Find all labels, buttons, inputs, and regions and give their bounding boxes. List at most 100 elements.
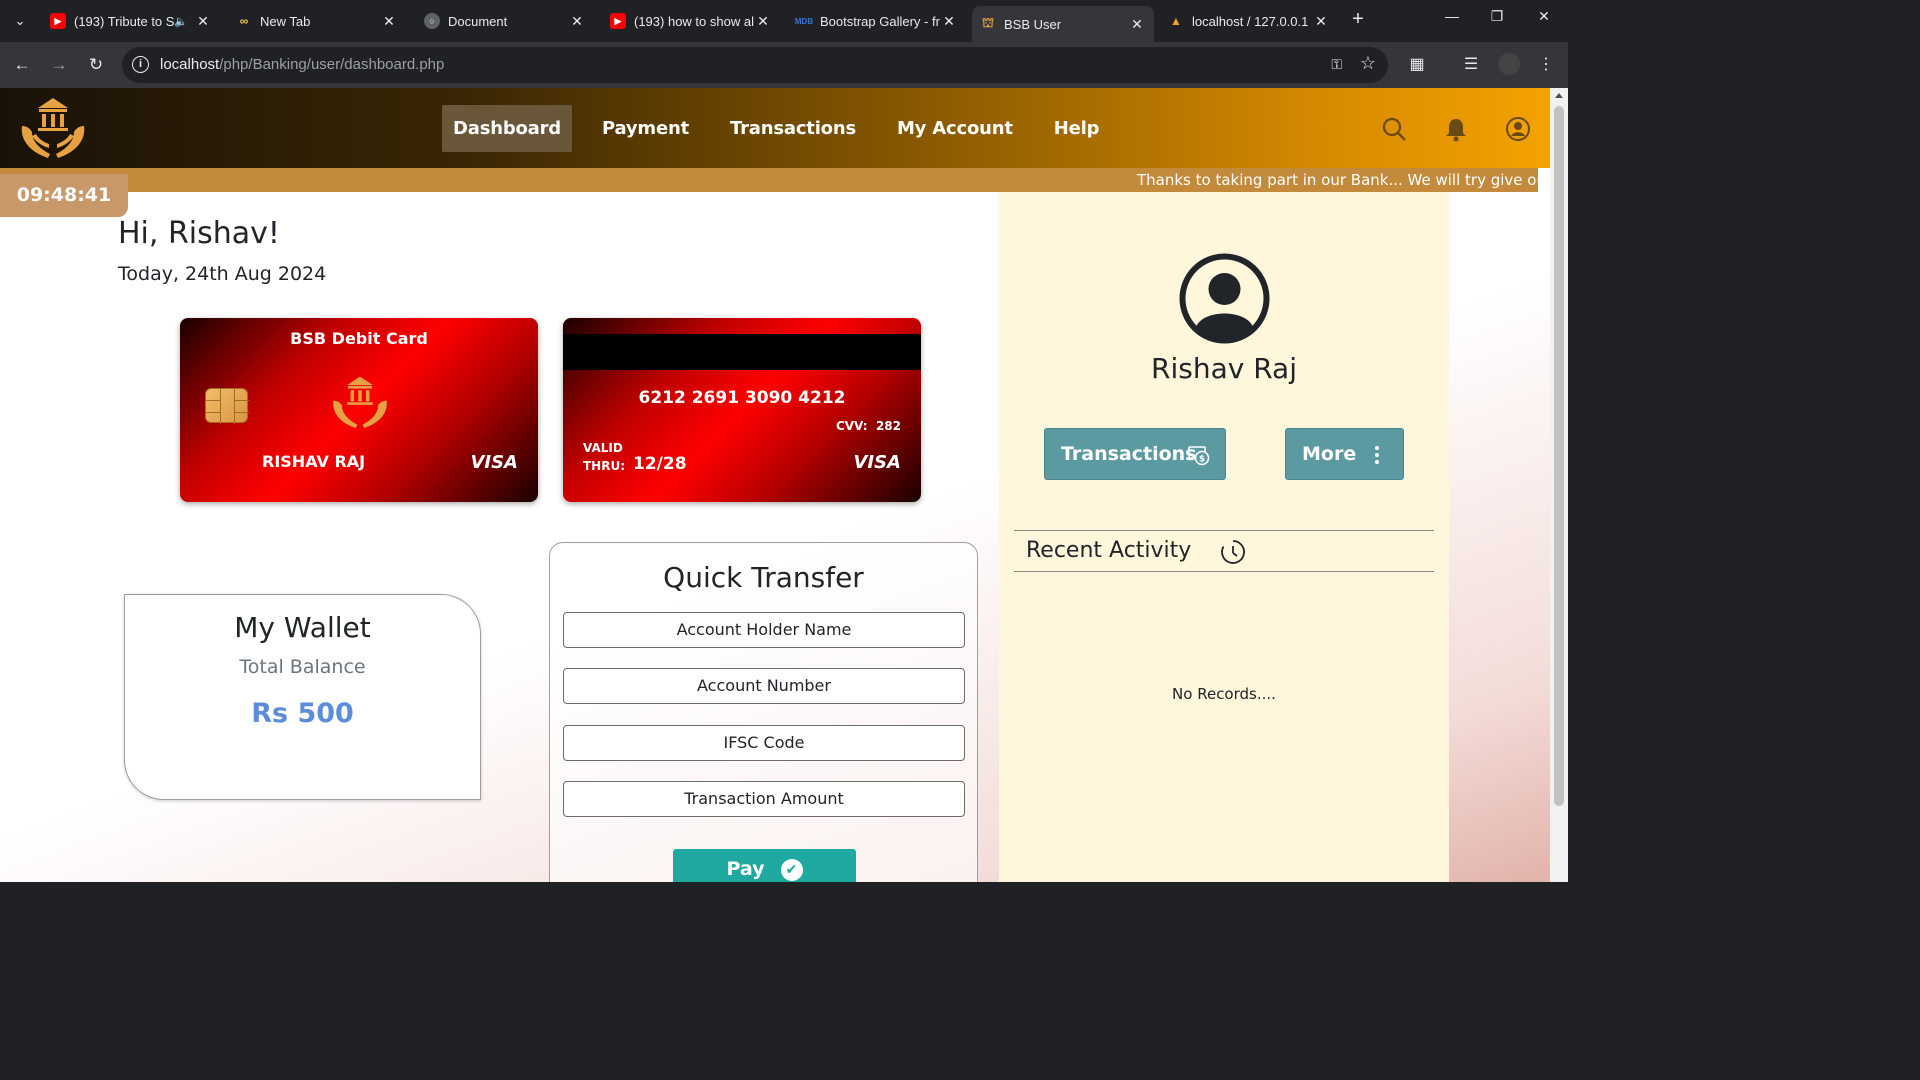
- speaker-icon[interactable]: 🔈: [174, 15, 188, 28]
- pay-label: Pay: [726, 858, 765, 880]
- scroll-up-arrow-icon[interactable]: [1555, 93, 1563, 98]
- page-scrollbar[interactable]: [1550, 88, 1568, 882]
- tab-close-icon[interactable]: ✕: [380, 13, 398, 30]
- today-date: Today, 24th Aug 2024: [118, 263, 327, 285]
- tab-title: Bootstrap Gallery - fr: [820, 13, 940, 29]
- card-holder-name: RISHAV RAJ: [262, 452, 366, 471]
- browser-tab[interactable]: ○ Document ✕: [416, 6, 594, 36]
- recent-activity-header: Recent Activity: [1014, 530, 1434, 572]
- more-button[interactable]: More: [1285, 428, 1404, 480]
- tab-close-icon[interactable]: ✕: [940, 13, 958, 30]
- transactions-button[interactable]: Transactions $: [1044, 428, 1226, 480]
- profile-name: Rishav Raj: [1151, 352, 1297, 385]
- debit-card-back: 6212 2691 3090 4212 CVV: 282 VALID THRU: …: [563, 318, 921, 502]
- card-chip-icon: [205, 388, 249, 424]
- account-holder-name-input[interactable]: Account Holder Name: [563, 612, 965, 648]
- page-viewport: Dashboard Payment Transactions My Accoun…: [0, 88, 1550, 882]
- bank-hands-emblem-icon: [333, 376, 387, 428]
- password-key-icon[interactable]: ⚿: [1331, 56, 1342, 73]
- nav-payment[interactable]: Payment: [591, 105, 700, 152]
- user-circle-icon[interactable]: [1505, 116, 1531, 142]
- valid-thru-label: VALID THRU:: [583, 441, 626, 473]
- debit-card-front: BSB Debit Card RISHAV RAJ VISA: [180, 318, 538, 502]
- nav-my-account[interactable]: My Account: [886, 105, 1024, 152]
- card-title: BSB Debit Card: [290, 329, 428, 348]
- browser-toolbar: ← → ↻ i localhost/php/Banking/user/dashb…: [0, 42, 1568, 88]
- announcement-ticker: Thanks to taking part in our Bank... We …: [0, 168, 1538, 192]
- youtube-icon: ▶: [50, 13, 66, 29]
- search-icon[interactable]: [1381, 116, 1407, 142]
- extensions-puzzle-icon[interactable]: ▦: [1406, 54, 1428, 74]
- check-circle-icon: ✔: [780, 859, 803, 881]
- browser-tab[interactable]: MDB Bootstrap Gallery - fr ✕: [788, 6, 966, 36]
- wallet-subtitle: Total Balance: [239, 656, 366, 678]
- infinity-icon: ∞: [236, 13, 252, 29]
- restore-icon[interactable]: ❐: [1482, 8, 1512, 25]
- wallet-balance: Rs 500: [251, 698, 354, 729]
- tab-title: (193) how to show al: [634, 13, 754, 29]
- forward-arrow-icon[interactable]: →: [48, 54, 70, 76]
- transactions-button-label: Transactions: [1061, 443, 1197, 465]
- scrollbar-thumb[interactable]: [1554, 106, 1564, 806]
- reload-icon[interactable]: ↻: [85, 54, 107, 76]
- more-button-label: More: [1302, 443, 1357, 465]
- youtube-icon: ▶: [610, 13, 626, 29]
- profile-avatar-icon[interactable]: [1498, 53, 1520, 75]
- account-number-input[interactable]: Account Number: [563, 668, 965, 704]
- browser-tab[interactable]: ∞ New Tab ✕: [228, 6, 406, 36]
- site-info-icon[interactable]: i: [132, 56, 149, 73]
- nav-transactions[interactable]: Transactions: [719, 105, 867, 152]
- tab-title: (193) Tribute to S: [74, 13, 175, 29]
- bank-hands-logo-icon[interactable]: [18, 96, 88, 164]
- quick-transfer-title: Quick Transfer: [663, 561, 864, 594]
- browser-tab[interactable]: ▶ (193) Tribute to S 🔈 ✕: [42, 6, 220, 36]
- browser-tab[interactable]: ▶ (193) how to show al ✕: [602, 6, 780, 36]
- visa-logo: VISA: [470, 452, 518, 473]
- bookmark-star-icon[interactable]: ☆: [1360, 53, 1376, 74]
- tab-title: Document: [448, 13, 508, 29]
- site-navbar: Dashboard Payment Transactions My Accoun…: [0, 88, 1550, 168]
- ticker-text: Thanks to taking part in our Bank... We …: [1137, 171, 1538, 189]
- address-bar[interactable]: i localhost/php/Banking/user/dashboard.p…: [122, 47, 1388, 83]
- pay-button[interactable]: Pay ✔: [673, 849, 856, 882]
- tab-title: localhost / 127.0.0.1 /: [1192, 13, 1312, 29]
- greeting-heading: Hi, Rishav!: [118, 216, 280, 251]
- ifsc-code-input[interactable]: IFSC Code: [563, 725, 965, 761]
- card-number: 6212 2691 3090 4212: [638, 388, 846, 408]
- vertical-dots-icon: [1375, 446, 1379, 464]
- transaction-amount-input[interactable]: Transaction Amount: [563, 781, 965, 817]
- browser-tab[interactable]: ▲ localhost / 127.0.0.1 / ✕: [1160, 6, 1338, 36]
- minimize-icon[interactable]: —: [1437, 8, 1467, 24]
- history-clock-icon: [1221, 540, 1245, 564]
- nav-help[interactable]: Help: [1043, 105, 1111, 152]
- back-arrow-icon[interactable]: ←: [11, 54, 33, 76]
- wallet-title: My Wallet: [234, 611, 371, 644]
- svg-text:$: $: [1199, 455, 1205, 465]
- cash-exchange-icon: $: [1188, 446, 1210, 466]
- tab-search-chevron-icon[interactable]: ⌄: [8, 9, 32, 33]
- bank-hands-icon: ⛫: [982, 15, 994, 30]
- live-clock: 09:48:41 PM: [0, 174, 128, 249]
- tab-close-icon[interactable]: ✕: [194, 13, 212, 30]
- user-avatar-icon: [1179, 253, 1270, 344]
- tab-title: New Tab: [260, 13, 311, 29]
- tab-close-icon[interactable]: ✕: [754, 13, 772, 30]
- media-queue-icon[interactable]: ☰: [1460, 54, 1482, 74]
- tab-close-icon[interactable]: ✕: [1312, 13, 1330, 30]
- bell-icon[interactable]: [1443, 116, 1469, 142]
- no-records-text: No Records....: [1172, 685, 1276, 703]
- visa-logo: VISA: [853, 452, 901, 473]
- card-expiry: 12/28: [633, 454, 687, 474]
- magnetic-stripe: [563, 334, 921, 370]
- browser-tab-active[interactable]: ⛫ BSB User ✕: [972, 6, 1154, 42]
- tab-close-icon[interactable]: ✕: [568, 13, 586, 30]
- browser-tabstrip: ⌄ ▶ (193) Tribute to S 🔈 ✕ ∞ New Tab ✕ ○…: [0, 0, 1568, 42]
- url-text: localhost/php/Banking/user/dashboard.php: [160, 56, 445, 73]
- kebab-menu-icon[interactable]: ⋮: [1535, 54, 1557, 74]
- tab-close-icon[interactable]: ✕: [1128, 16, 1146, 33]
- nav-dashboard[interactable]: Dashboard: [442, 105, 572, 152]
- main-nav: Dashboard Payment Transactions My Accoun…: [442, 105, 1129, 152]
- window-close-icon[interactable]: ✕: [1529, 8, 1559, 25]
- new-tab-button[interactable]: +: [1346, 8, 1370, 32]
- phpmyadmin-icon: ▲: [1170, 14, 1182, 28]
